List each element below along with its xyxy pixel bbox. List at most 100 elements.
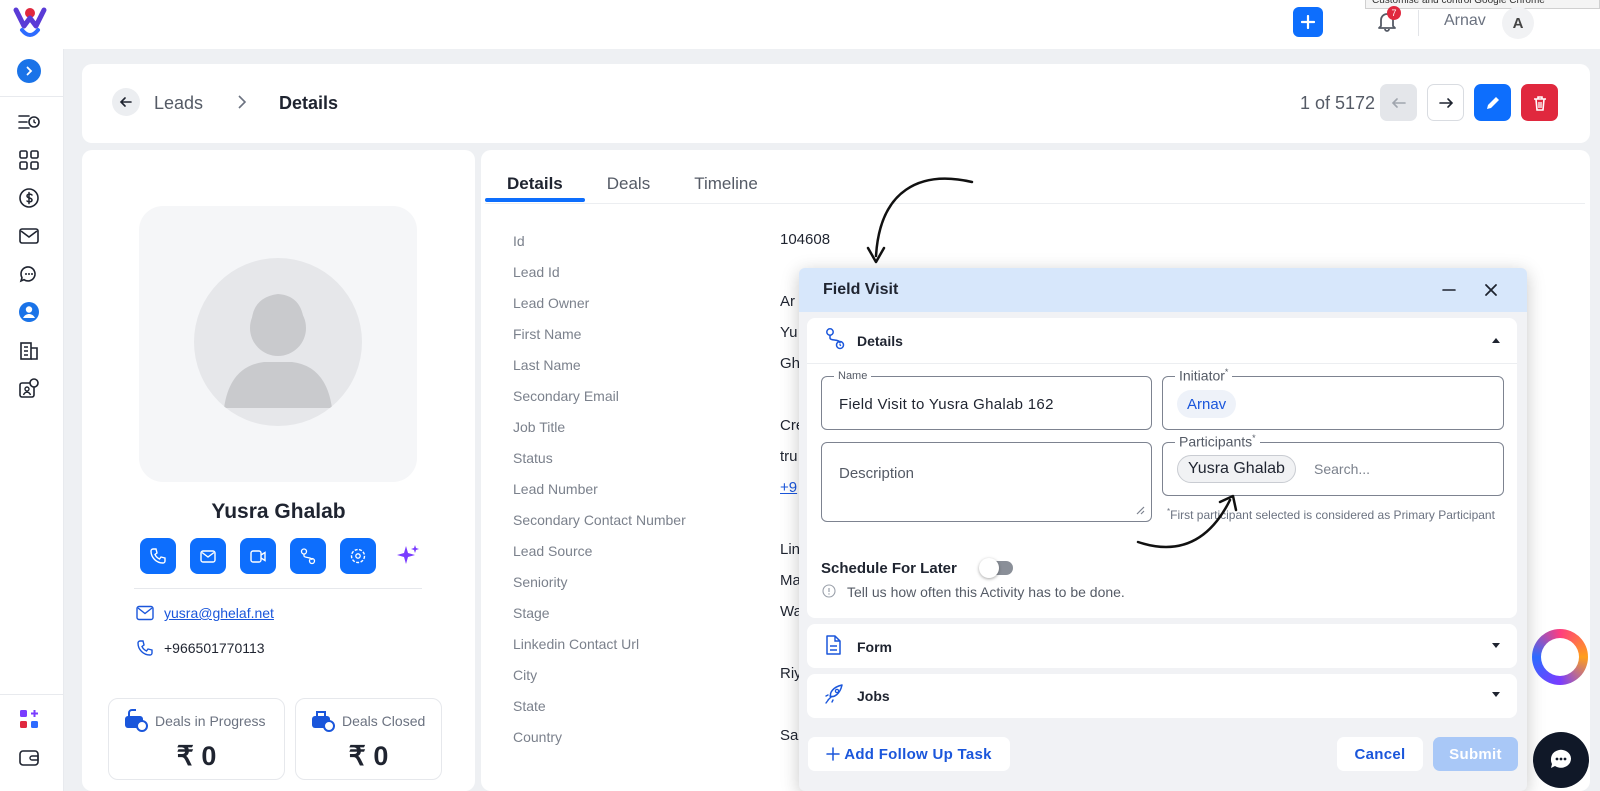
apps-icon[interactable]	[17, 707, 41, 731]
chat-icon[interactable]	[17, 262, 41, 286]
phone-row: +966501770113	[136, 639, 265, 657]
top-bar: Customise and control Google Chrome 7 Ar…	[0, 0, 1600, 49]
company-icon[interactable]	[17, 338, 41, 362]
caret-down-icon[interactable]	[1491, 642, 1501, 650]
caret-up-icon[interactable]	[1491, 336, 1501, 344]
quick-actions	[140, 538, 426, 574]
field-value-lead-source: Lin	[780, 541, 801, 558]
settings-badge-icon[interactable]	[340, 538, 376, 574]
deals-icon[interactable]	[17, 186, 41, 210]
form-section[interactable]: Form	[807, 624, 1517, 668]
profile-card: Yusra Ghalab yusra@ghelaf.net +966501770…	[82, 150, 475, 791]
participant-chip[interactable]: Yusra Ghalab	[1177, 455, 1296, 483]
expand-sidebar-icon[interactable]	[17, 59, 41, 83]
add-follow-up-button[interactable]: Add Follow Up Task	[808, 737, 1010, 771]
notification-badge: 7	[1387, 6, 1401, 20]
field-value-first-name: Yu	[780, 324, 798, 341]
field-value-id: 104608	[780, 231, 831, 248]
deals-in-progress-card: Deals in Progress ₹ 0	[108, 698, 285, 780]
participants-search-input[interactable]: Search...	[1314, 461, 1370, 477]
plus-icon	[826, 747, 840, 761]
chevron-right-icon	[236, 93, 248, 111]
email-row: yusra@ghelaf.net	[136, 605, 274, 621]
tab-timeline[interactable]: Timeline	[672, 174, 780, 206]
stat-label: Deals in Progress	[155, 713, 266, 729]
modal-title: Field Visit	[823, 281, 899, 298]
section-title[interactable]: Form	[857, 639, 892, 655]
mail-icon	[136, 605, 154, 621]
page-title: Details	[279, 93, 339, 113]
tab-deals[interactable]: Deals	[585, 174, 672, 206]
field-value-status: tru	[780, 448, 798, 465]
primary-participant-hint: *First participant selected is considere…	[1167, 507, 1495, 522]
back-arrow-icon[interactable]	[112, 88, 140, 116]
dashboard-icon[interactable]	[17, 148, 41, 172]
deals-progress-icon	[123, 707, 149, 733]
field-label-lead-number: Lead Number	[513, 481, 598, 497]
schedule-label: Schedule For Later	[821, 560, 957, 577]
field-visit-icon[interactable]	[290, 538, 326, 574]
video-meeting-icon[interactable]	[240, 538, 276, 574]
field-value-last-name: Gh	[780, 355, 801, 372]
modal-header: Field Visit	[799, 268, 1527, 312]
ai-sparkle-icon[interactable]	[390, 538, 426, 574]
name-value[interactable]: Field Visit to Yusra Ghalab 162	[839, 396, 1054, 413]
activity-list-icon[interactable]	[17, 110, 41, 134]
email-link[interactable]: yusra@ghelaf.net	[164, 605, 274, 621]
mail-icon[interactable]	[17, 224, 41, 248]
wallet-icon[interactable]	[17, 745, 41, 769]
participants-label: Participants*	[1175, 433, 1260, 450]
field-label-country: Country	[513, 729, 563, 745]
jobs-section[interactable]: Jobs	[807, 674, 1517, 718]
contacts-icon[interactable]	[17, 300, 41, 324]
active-tab-indicator	[485, 198, 585, 202]
assistant-launcher-icon[interactable]	[1532, 629, 1588, 685]
edit-icon[interactable]	[1474, 84, 1511, 121]
name-field[interactable]: Name Field Visit to Yusra Ghalab 162	[821, 370, 1152, 430]
user-name[interactable]: Arnav	[1444, 12, 1486, 30]
divider	[807, 363, 1517, 364]
field-label-state: State	[513, 698, 546, 714]
sidebar	[0, 49, 64, 791]
delete-icon[interactable]	[1521, 84, 1558, 121]
app-logo-icon[interactable]	[12, 4, 48, 40]
breadcrumb-leads[interactable]: Leads	[154, 93, 203, 114]
field-label-last-name: Last Name	[513, 357, 581, 373]
email-icon[interactable]	[190, 538, 226, 574]
field-label-first-name: First Name	[513, 326, 582, 342]
submit-button[interactable]: Submit	[1433, 737, 1518, 771]
ring-center	[1541, 638, 1579, 676]
initiator-field[interactable]: Initiator* Arnav	[1162, 367, 1504, 430]
section-title[interactable]: Details	[857, 333, 903, 349]
caret-down-icon[interactable]	[1491, 691, 1501, 699]
next-record-button[interactable]	[1427, 84, 1464, 121]
participants-field[interactable]: Participants* Yusra Ghalab Search...	[1162, 433, 1504, 496]
field-visit-icon	[823, 326, 847, 352]
field-label-lead-id: Lead Id	[513, 264, 560, 280]
field-label-job-title: Job Title	[513, 419, 566, 435]
details-section: Details Name Field Visit to Yusra Ghalab…	[807, 318, 1517, 618]
deals-closed-icon	[310, 707, 336, 733]
schedule-toggle[interactable]	[979, 558, 1013, 578]
chat-support-icon[interactable]	[1533, 732, 1589, 788]
divider	[0, 96, 64, 97]
initiator-label: Initiator*	[1175, 367, 1233, 384]
avatar[interactable]: A	[1502, 7, 1534, 39]
previous-record-button[interactable]	[1380, 84, 1417, 121]
cancel-button[interactable]: Cancel	[1337, 737, 1423, 771]
profile-photo[interactable]	[139, 206, 417, 482]
section-title[interactable]: Jobs	[857, 688, 890, 704]
stat-label: Deals Closed	[342, 713, 426, 729]
minimize-icon[interactable]	[1439, 280, 1459, 300]
phone-icon[interactable]	[140, 538, 176, 574]
initiator-chip[interactable]: Arnav	[1177, 390, 1237, 418]
description-field[interactable]: Description	[821, 442, 1152, 522]
close-icon[interactable]	[1481, 280, 1501, 300]
settings-icon[interactable]	[17, 376, 41, 400]
resize-handle-icon[interactable]	[1135, 505, 1145, 515]
field-value-lead-number[interactable]: +9	[780, 479, 797, 496]
info-icon	[822, 584, 836, 598]
phone-number[interactable]: +966501770113	[164, 640, 265, 656]
add-icon[interactable]	[1293, 7, 1323, 37]
description-placeholder: Description	[839, 465, 915, 482]
